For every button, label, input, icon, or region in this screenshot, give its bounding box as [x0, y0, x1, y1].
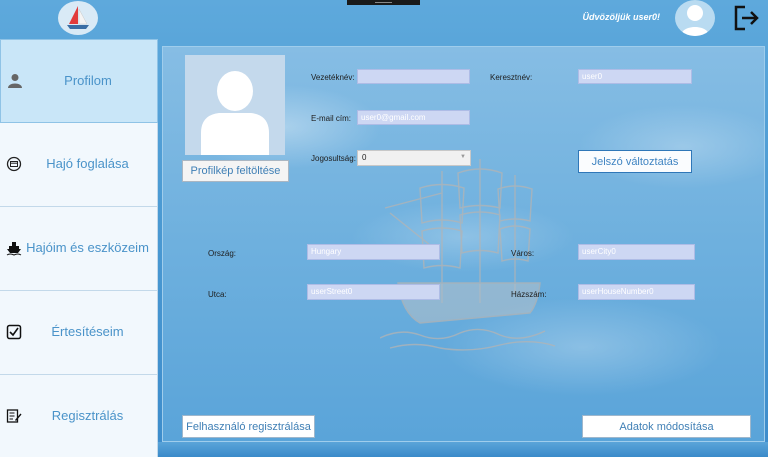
sidebar-item-label: Értesítéseim [51, 324, 124, 339]
lastname-label: Vezetéknév: [311, 73, 355, 82]
sidebar-item-register[interactable]: Regisztrálás [0, 375, 158, 457]
sidebar-item-booking[interactable]: Hajó foglalása [0, 123, 158, 207]
user-avatar[interactable] [675, 0, 715, 36]
sidebar-item-notifications[interactable]: Értesítéseim [0, 291, 158, 375]
sidebar: Profilom Hajó foglalása Hajóim és eszköz… [0, 39, 158, 457]
sailboat-logo-icon [58, 1, 98, 35]
register-user-button[interactable]: Felhasználó regisztrálása [182, 415, 315, 438]
country-label: Ország: [208, 249, 237, 258]
lastname-field[interactable] [357, 69, 470, 84]
bottom-edge [158, 442, 768, 457]
chevron-down-icon: ▼ [460, 154, 466, 160]
street-field[interactable]: userStreet0 [307, 284, 440, 300]
email-field[interactable]: user0@gmail.com [357, 110, 470, 125]
sidebar-item-label: Profilom [64, 73, 112, 88]
role-select-value: 0 [362, 153, 367, 162]
sidebar-item-profile[interactable]: Profilom [0, 39, 158, 123]
house-number-label: Házszám: [511, 290, 547, 299]
email-label: E-mail cím: [311, 114, 351, 123]
save-changes-button[interactable]: Adatok módosítása [582, 415, 751, 438]
profile-picture [185, 55, 285, 155]
city-label: Város: [511, 249, 535, 258]
logout-icon[interactable] [733, 5, 761, 31]
upload-profile-picture-button[interactable]: Profilkép feltöltése [182, 160, 289, 182]
firstname-label: Keresztnév: [490, 73, 533, 82]
welcome-text: Üdvözöljük user0! [582, 12, 660, 22]
role-select[interactable]: 0 ▼ [357, 150, 471, 166]
sidebar-item-label: Hajó foglalása [46, 156, 129, 171]
sidebar-item-label: Hajóim és eszközeim [26, 240, 149, 255]
street-label: Utca: [208, 290, 227, 299]
change-password-button[interactable]: Jelszó változtatás [578, 150, 692, 173]
role-label: Jogosultság: [311, 154, 356, 163]
profile-panel: Profilkép feltöltése Vezetéknév: Kereszt… [162, 46, 765, 442]
city-field[interactable]: userCity0 [578, 244, 695, 260]
firstname-field[interactable]: user0 [578, 69, 692, 84]
house-number-field[interactable]: userHouseNumber0 [578, 284, 695, 300]
sidebar-item-label: Regisztrálás [51, 408, 124, 423]
header-bar: Üdvözöljük user0! [0, 0, 768, 40]
window-handle[interactable] [347, 0, 420, 5]
sidebar-item-boats[interactable]: Hajóim és eszközeim [0, 207, 158, 291]
country-field[interactable]: Hungary [307, 244, 440, 260]
